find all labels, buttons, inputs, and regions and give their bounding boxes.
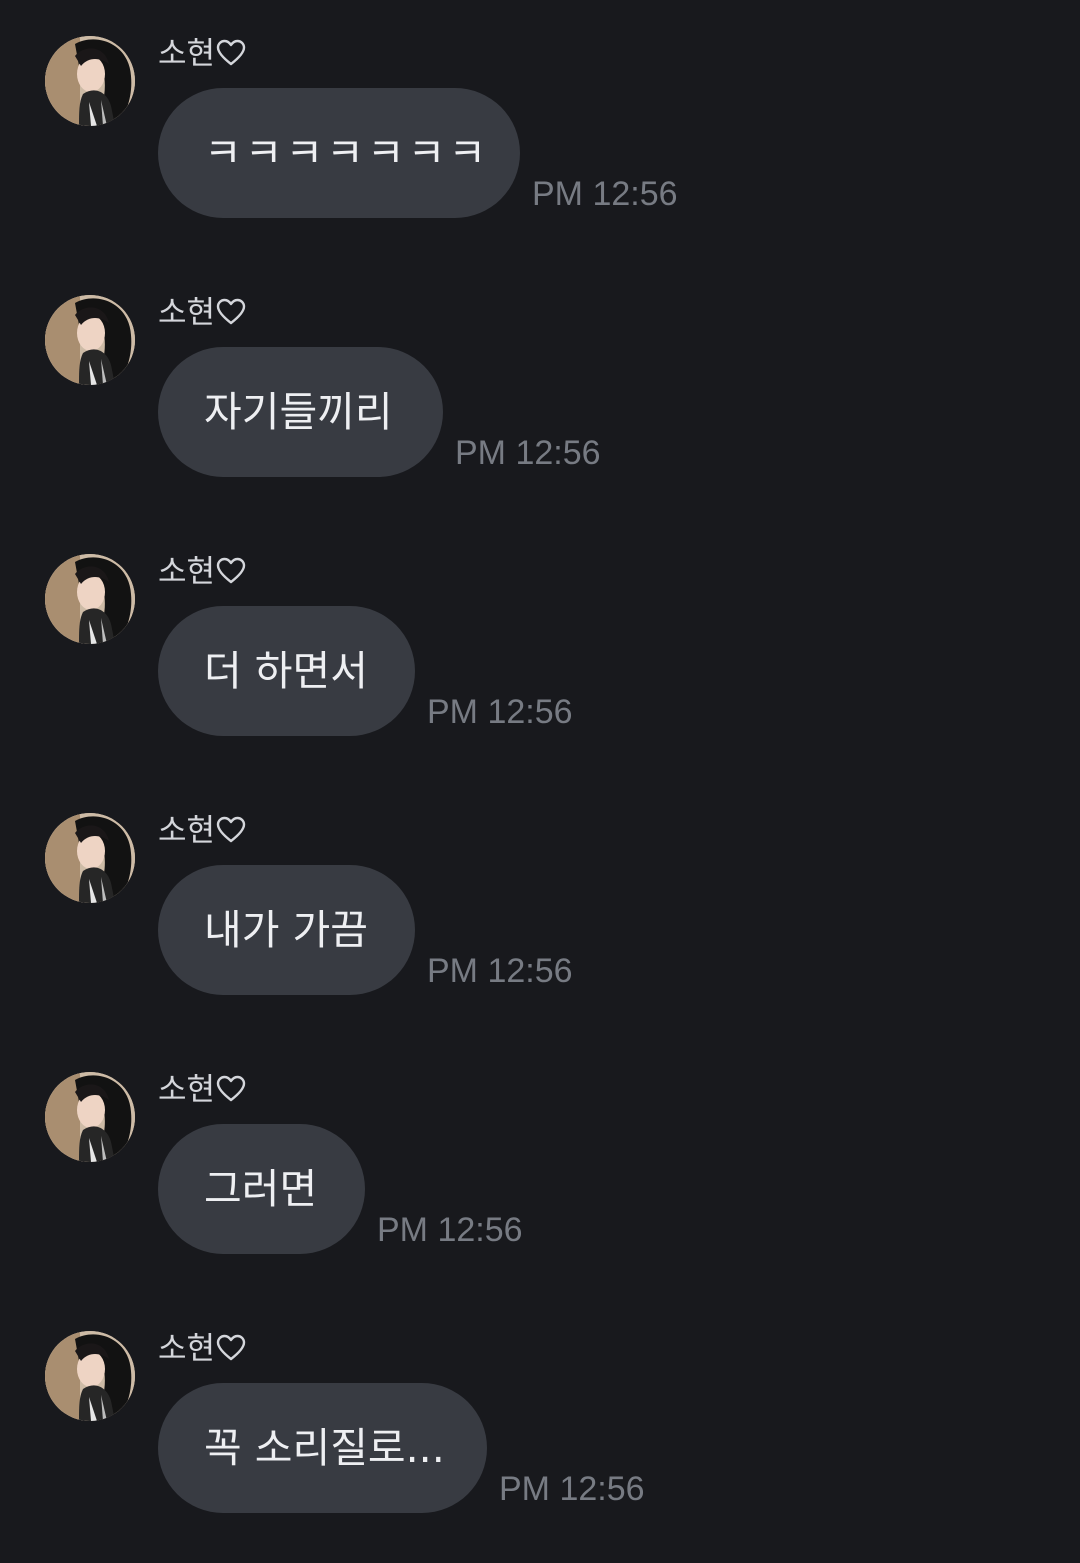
avatar[interactable] xyxy=(45,295,135,385)
avatar[interactable] xyxy=(45,813,135,903)
heart-outline-icon xyxy=(216,1075,246,1102)
message-text: 그러면 xyxy=(204,1165,318,1213)
message-text: ㅋㅋㅋㅋㅋㅋㅋ xyxy=(204,129,490,177)
sender-name: 소현 xyxy=(158,1070,246,1110)
heart-outline-icon xyxy=(216,39,246,66)
sender-name-text: 소현 xyxy=(158,36,216,72)
message-timestamp: PM 12:56 xyxy=(427,952,573,990)
sender-name-text: 소현 xyxy=(158,1072,216,1108)
message-row: 소현 내가 가끔 PM 12:56 xyxy=(0,813,1080,1033)
profile-photo xyxy=(45,554,135,644)
message-bubble[interactable]: 꼭 소리질로... xyxy=(158,1383,487,1513)
message-text: 내가 가끔 xyxy=(204,906,368,954)
profile-photo xyxy=(45,36,135,126)
profile-photo xyxy=(45,1072,135,1162)
message-bubble[interactable]: 내가 가끔 xyxy=(158,865,415,995)
sender-name: 소현 xyxy=(158,811,246,851)
avatar[interactable] xyxy=(45,1331,135,1421)
avatar[interactable] xyxy=(45,1072,135,1162)
message-row: 소현 자기들끼리 PM 12:56 xyxy=(0,295,1080,515)
message-row: 소현 ㅋㅋㅋㅋㅋㅋㅋ PM 12:56 xyxy=(0,36,1080,256)
sender-name-text: 소현 xyxy=(158,1331,216,1367)
message-text: 자기들끼리 xyxy=(204,388,393,436)
message-bubble[interactable]: 더 하면서 xyxy=(158,606,415,736)
heart-outline-icon xyxy=(216,298,246,325)
sender-name-text: 소현 xyxy=(158,295,216,331)
sender-name-text: 소현 xyxy=(158,554,216,590)
profile-photo xyxy=(45,1331,135,1421)
message-timestamp: PM 12:56 xyxy=(532,175,678,213)
message-text: 더 하면서 xyxy=(204,647,368,695)
heart-outline-icon xyxy=(216,557,246,584)
sender-name-text: 소현 xyxy=(158,813,216,849)
message-timestamp: PM 12:56 xyxy=(427,693,573,731)
message-text: 꼭 소리질로... xyxy=(204,1424,445,1472)
avatar[interactable] xyxy=(45,554,135,644)
message-timestamp: PM 12:56 xyxy=(377,1211,523,1249)
profile-photo xyxy=(45,295,135,385)
message-bubble[interactable]: 자기들끼리 xyxy=(158,347,443,477)
message-row: 소현 더 하면서 PM 12:56 xyxy=(0,554,1080,774)
chat-message-list[interactable]: 소현 ㅋㅋㅋㅋㅋㅋㅋ PM 12:56 소현 자기들끼리 PM 12:56 소현… xyxy=(0,0,1080,1563)
heart-outline-icon xyxy=(216,816,246,843)
message-row: 소현 그러면 PM 12:56 xyxy=(0,1072,1080,1292)
heart-outline-icon xyxy=(216,1334,246,1361)
sender-name: 소현 xyxy=(158,293,246,333)
message-bubble[interactable]: 그러면 xyxy=(158,1124,365,1254)
message-timestamp: PM 12:56 xyxy=(499,1470,645,1508)
profile-photo xyxy=(45,813,135,903)
avatar[interactable] xyxy=(45,36,135,126)
message-timestamp: PM 12:56 xyxy=(455,434,601,472)
message-row: 소현 꼭 소리질로... PM 12:56 xyxy=(0,1331,1080,1551)
sender-name: 소현 xyxy=(158,552,246,592)
sender-name: 소현 xyxy=(158,34,246,74)
message-bubble[interactable]: ㅋㅋㅋㅋㅋㅋㅋ xyxy=(158,88,520,218)
sender-name: 소현 xyxy=(158,1329,246,1369)
